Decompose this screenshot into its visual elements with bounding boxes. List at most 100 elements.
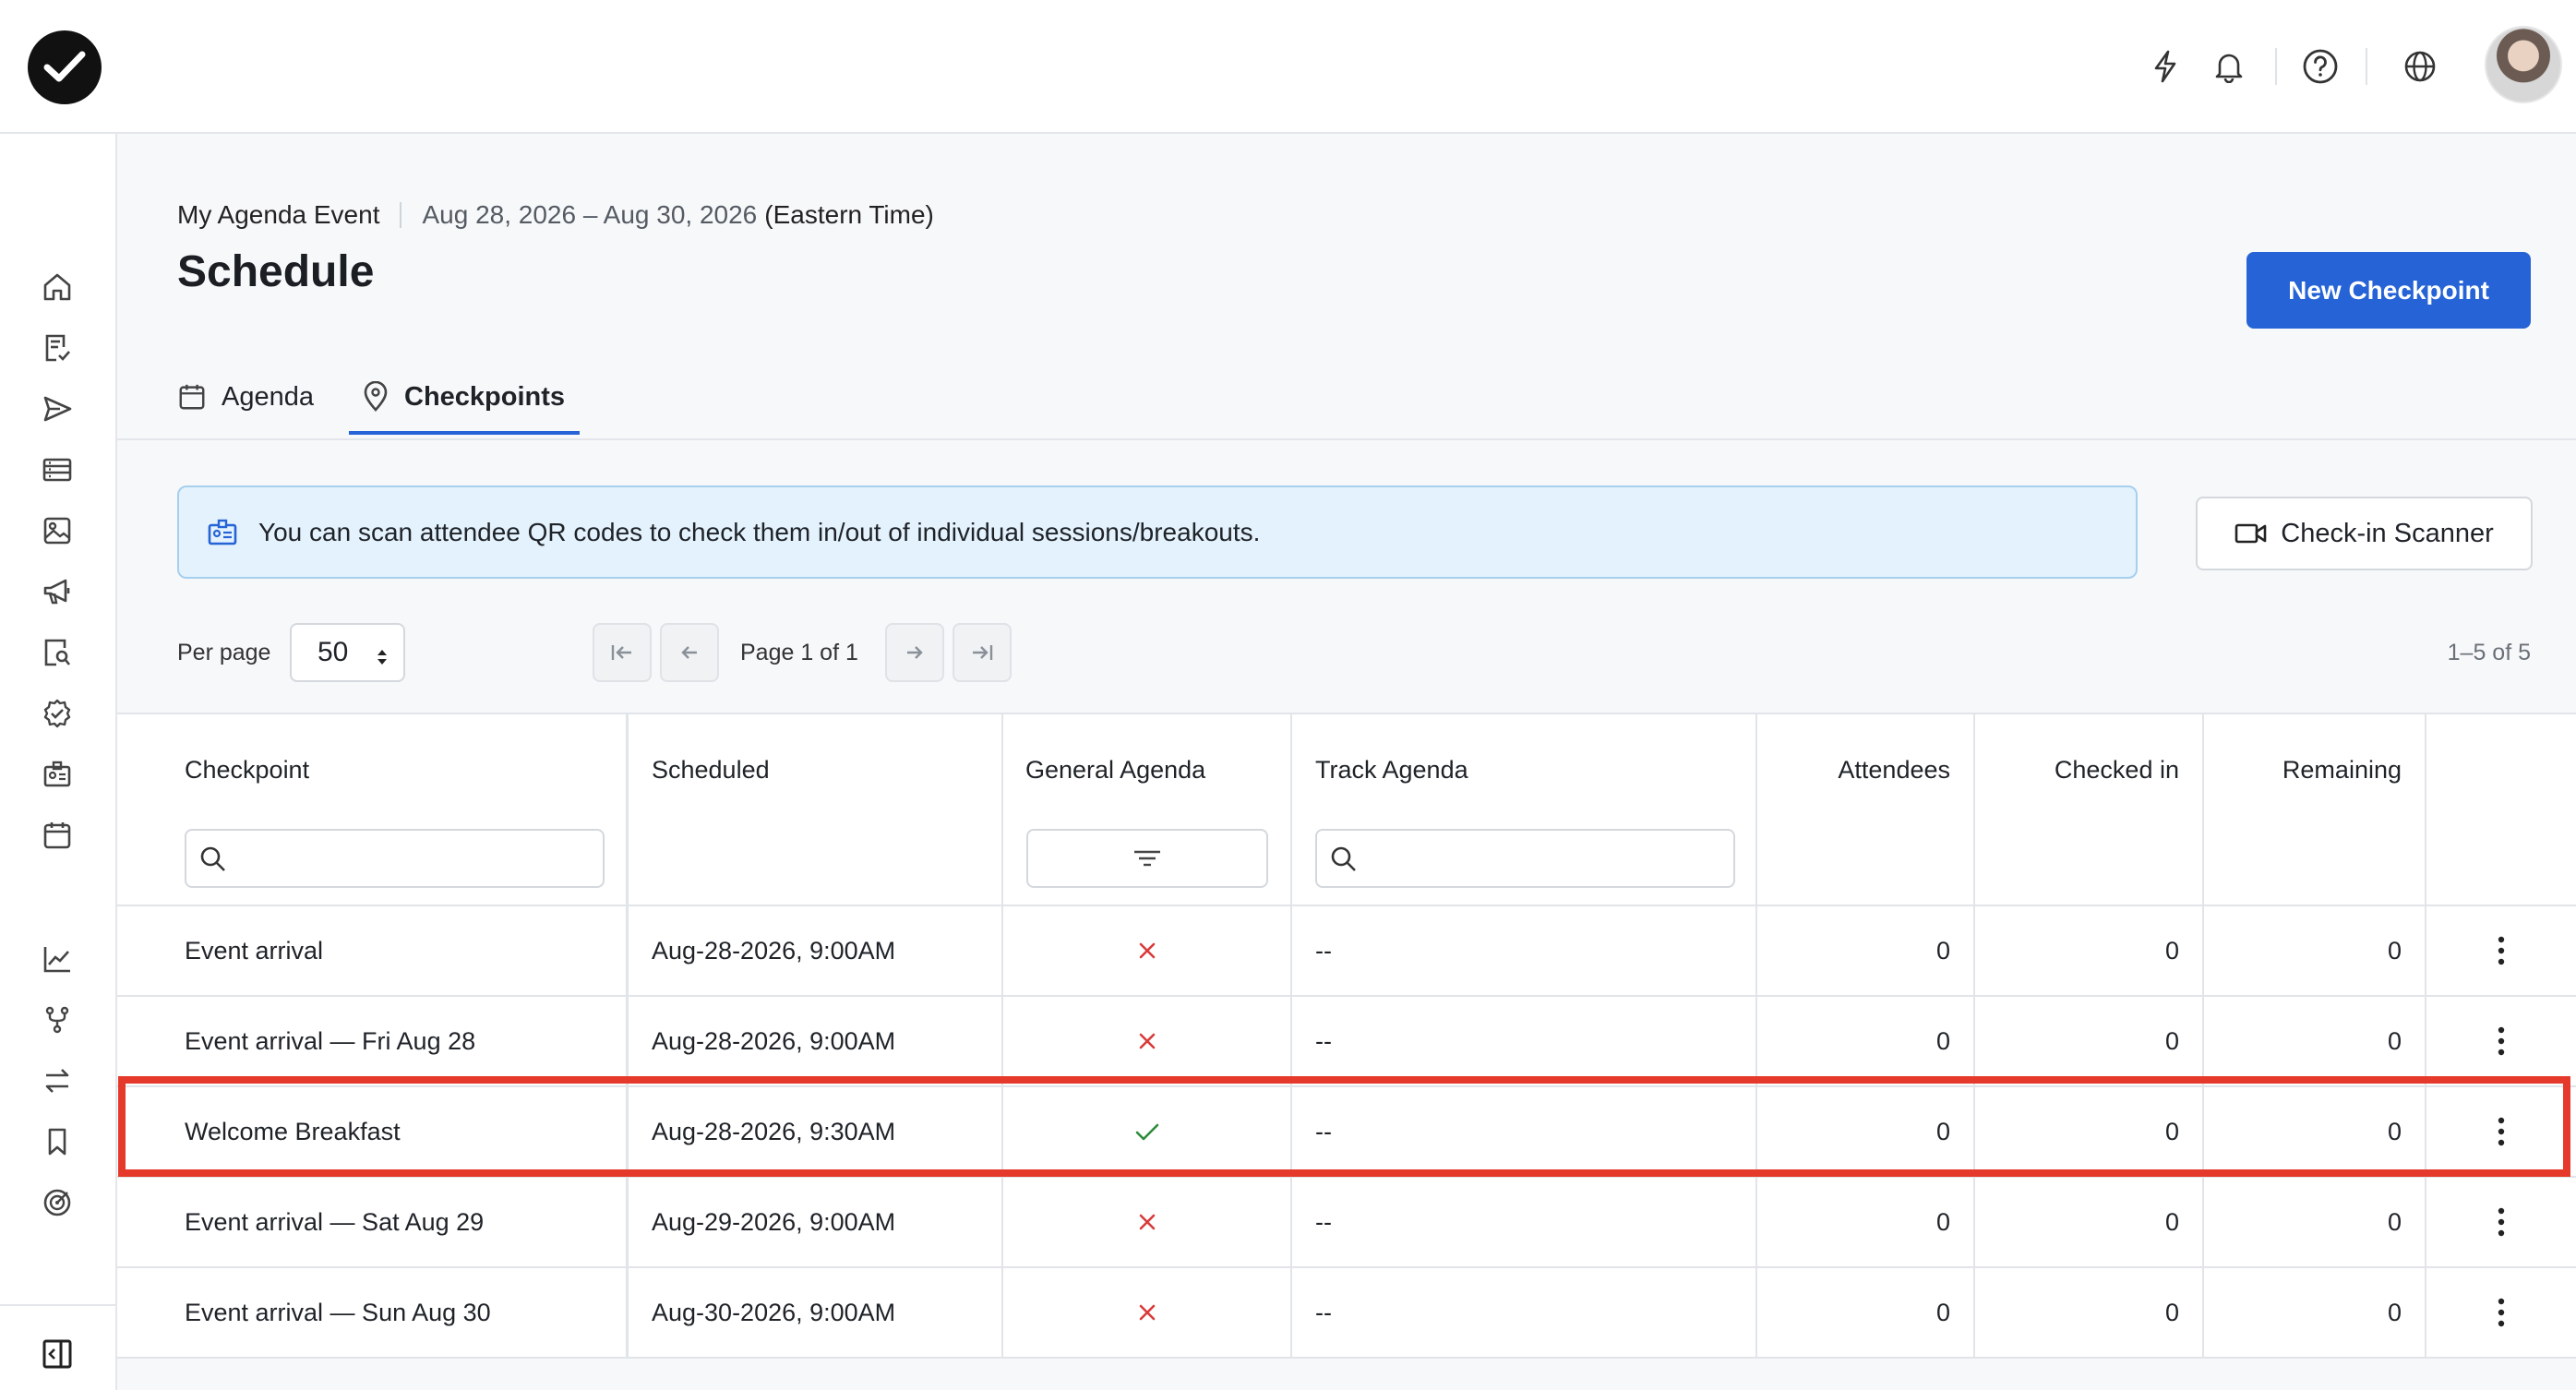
cell-checkpoint: Welcome Breakfast [117, 1087, 629, 1176]
checkmark-logo-icon [43, 51, 86, 82]
header-label: Track Agenda [1315, 756, 1468, 784]
checkpoint-name[interactable]: Welcome Breakfast [185, 1087, 401, 1176]
table-row[interactable]: Event arrival — Fri Aug 28 Aug-28-2026, … [117, 997, 2576, 1087]
tab-checkpoints[interactable]: Checkpoints [362, 359, 565, 435]
checkpoint-name[interactable]: Event arrival — Sat Aug 29 [185, 1178, 484, 1266]
info-banner: You can scan attendee QR codes to check … [177, 485, 2138, 579]
cell-track-agenda: -- [1292, 997, 1757, 1085]
calendar-icon[interactable] [37, 815, 78, 856]
cell-scheduled: Aug-28-2026, 9:00AM [629, 997, 1003, 1085]
cell-checkpoint: Event arrival — Fri Aug 28 [117, 997, 629, 1085]
tab-agenda[interactable]: Agenda [177, 359, 314, 435]
branch-icon[interactable] [37, 1000, 78, 1040]
more-options-icon[interactable] [2426, 1268, 2576, 1357]
form-icon[interactable] [37, 328, 78, 368]
help-icon[interactable] [2300, 46, 2341, 87]
header-scheduled[interactable]: Scheduled [629, 714, 1003, 905]
checkpoint-name[interactable]: Event arrival — Fri Aug 28 [185, 997, 475, 1085]
panel-icon[interactable] [37, 1334, 78, 1374]
header-checked-in[interactable]: Checked in [1975, 714, 2204, 905]
cell-track-agenda: -- [1292, 1178, 1757, 1266]
new-checkpoint-button[interactable]: New Checkpoint [2247, 252, 2531, 329]
filter-icon [1134, 850, 1160, 867]
header-label: Remaining [2282, 756, 2402, 784]
home-icon[interactable] [37, 267, 78, 307]
event-timezone: (Eastern Time) [764, 200, 934, 229]
general-agenda-status [1003, 997, 1290, 1085]
checkpoint-name[interactable]: Event arrival — Sun Aug 30 [185, 1268, 491, 1357]
image-icon[interactable] [37, 510, 78, 551]
cross-icon [1139, 1214, 1155, 1230]
bell-icon[interactable] [2209, 46, 2249, 87]
bolt-icon[interactable] [2145, 46, 2186, 87]
checked-in-count: 0 [2164, 1117, 2179, 1145]
cell-scheduled: Aug-28-2026, 9:30AM [629, 1087, 1003, 1176]
checkpoints-table: Checkpoint Scheduled General Agenda Trac… [117, 713, 2576, 1359]
cell-checked-in: 0 [1975, 1268, 2204, 1357]
per-page-label: Per page [177, 640, 271, 665]
header-track-agenda[interactable]: Track Agenda [1292, 714, 1757, 905]
table-row[interactable]: Event arrival Aug-28-2026, 9:00AM -- 0 0… [117, 906, 2576, 997]
table-row[interactable]: Event arrival — Sat Aug 29 Aug-29-2026, … [117, 1178, 2576, 1268]
per-page-select[interactable]: 50 [290, 623, 405, 682]
table-body: Event arrival Aug-28-2026, 9:00AM -- 0 0… [117, 906, 2576, 1359]
cell-checkpoint: Event arrival [117, 906, 629, 995]
cross-icon [1139, 1304, 1155, 1321]
badge-icon [207, 517, 238, 548]
search-doc-icon[interactable] [37, 632, 78, 673]
attendees-count: 0 [1935, 1026, 1950, 1055]
table-row[interactable]: Event arrival — Sun Aug 30 Aug-30-2026, … [117, 1268, 2576, 1359]
sidebar [0, 134, 117, 1390]
next-page-button[interactable] [885, 623, 944, 682]
chart-icon[interactable] [37, 939, 78, 979]
table-row[interactable]: Welcome Breakfast Aug-28-2026, 9:30AM --… [117, 1087, 2576, 1178]
cross-icon [1139, 1033, 1155, 1049]
more-options-icon[interactable] [2426, 1178, 2576, 1266]
pagination-bar: Per page 50 Page 1 of 1 1–5 of 5 [177, 623, 2531, 682]
top-divider [2275, 48, 2277, 85]
header-label: Attendees [1838, 756, 1950, 784]
user-avatar[interactable] [2485, 26, 2562, 103]
remaining-count: 0 [2387, 1298, 2402, 1326]
last-page-button[interactable] [953, 623, 1012, 682]
checkpoint-search-input[interactable] [185, 829, 605, 888]
checkpoint-name[interactable]: Event arrival [185, 906, 323, 995]
cell-actions [2426, 1087, 2576, 1176]
swap-icon[interactable] [37, 1060, 78, 1101]
event-name[interactable]: My Agenda Event [177, 200, 379, 230]
target-icon[interactable] [37, 1182, 78, 1223]
location-pin-icon [362, 381, 389, 413]
megaphone-icon[interactable] [37, 571, 78, 612]
header-attendees[interactable]: Attendees [1757, 714, 1975, 905]
scheduled-time: Aug-28-2026, 9:00AM [652, 936, 896, 965]
cell-attendees: 0 [1757, 1178, 1975, 1266]
badge-icon[interactable] [37, 754, 78, 795]
header-remaining[interactable]: Remaining [2204, 714, 2426, 905]
cell-general-agenda [1003, 906, 1292, 995]
list-icon[interactable] [37, 449, 78, 490]
track-agenda-search-input[interactable] [1315, 829, 1735, 888]
cell-track-agenda: -- [1292, 906, 1757, 995]
more-options-icon[interactable] [2426, 906, 2576, 995]
cell-actions [2426, 1268, 2576, 1357]
check-circle-icon[interactable] [37, 693, 78, 734]
track-agenda-value: -- [1315, 936, 1332, 965]
cell-track-agenda: -- [1292, 1087, 1757, 1176]
header-checkpoint[interactable]: Checkpoint [117, 714, 629, 905]
first-page-button[interactable] [593, 623, 652, 682]
header-general-agenda[interactable]: General Agenda [1003, 714, 1292, 905]
general-agenda-filter[interactable] [1026, 829, 1268, 888]
cell-checked-in: 0 [1975, 1087, 2204, 1176]
prev-page-button[interactable] [660, 623, 719, 682]
cell-checkpoint: Event arrival — Sun Aug 30 [117, 1268, 629, 1357]
globe-icon[interactable] [2400, 46, 2440, 87]
send-icon[interactable] [37, 389, 78, 429]
attendees-count: 0 [1935, 1117, 1950, 1145]
more-options-icon[interactable] [2426, 997, 2576, 1085]
top-divider [2366, 48, 2367, 85]
app-logo[interactable] [28, 30, 102, 104]
checkin-scanner-button[interactable]: Check-in Scanner [2196, 497, 2533, 570]
more-options-icon[interactable] [2426, 1087, 2576, 1176]
check-icon [1135, 1123, 1158, 1141]
bookmark-icon[interactable] [37, 1121, 78, 1162]
